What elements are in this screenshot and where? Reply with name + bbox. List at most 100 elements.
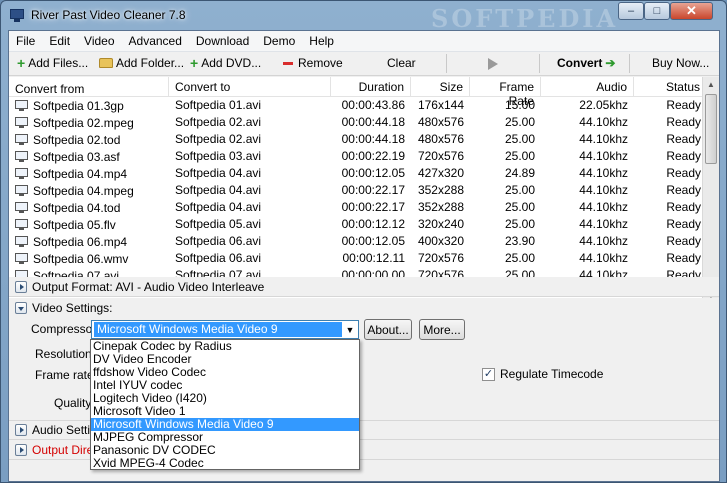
table-cell: 44.10khz	[579, 200, 628, 214]
table-cell: Softpedia 04.mp4	[9, 165, 169, 182]
table-cell: Softpedia 02.tod	[9, 131, 169, 148]
monitor-icon	[15, 219, 29, 231]
minimize-icon: –	[627, 5, 635, 17]
chevron-down-icon[interactable]: ▼	[342, 325, 358, 335]
table-row[interactable]: Softpedia 02.mpeg Softpedia 02.avi 00:00:4…	[9, 114, 719, 131]
table-cell: Softpedia 02.avi	[175, 115, 262, 129]
menu-download[interactable]: Download	[189, 34, 256, 48]
minus-icon	[283, 61, 293, 65]
table-cell: Softpedia 02.avi	[175, 132, 262, 146]
expand-icon[interactable]	[15, 280, 27, 293]
menu-demo[interactable]: Demo	[256, 34, 302, 48]
add-files-button[interactable]: + Add Files...	[17, 56, 88, 70]
file-name: Softpedia 04.tod	[33, 201, 121, 215]
table-cell: Softpedia 05.flv	[9, 216, 169, 233]
menu-file[interactable]: File	[9, 34, 42, 48]
column-status[interactable]: Status	[634, 77, 707, 97]
dropdown-options: Cinepak Codec by Radius DV Video Encoder f…	[91, 340, 359, 470]
table-cell: 176x144	[417, 98, 464, 112]
table-cell: 00:00:12.12	[341, 217, 405, 231]
table-cell: 44.10khz	[579, 115, 628, 129]
column-audio[interactable]: Audio	[541, 77, 634, 97]
table-cell: 22.05khz	[579, 98, 628, 112]
table-row[interactable]: Softpedia 05.flv Softpedia 05.avi 00:00:12…	[9, 216, 719, 233]
play-button[interactable]	[488, 58, 498, 70]
buy-now-button[interactable]: Buy Now...	[652, 56, 709, 70]
table-cell: Ready	[666, 115, 701, 129]
column-duration[interactable]: Duration	[331, 77, 411, 97]
menu-help[interactable]: Help	[302, 34, 341, 48]
minimize-button[interactable]: –	[618, 2, 644, 20]
table-cell: Ready	[666, 234, 701, 248]
remove-button[interactable]: Remove	[283, 56, 343, 70]
column-convert-from[interactable]: Convert from	[9, 77, 169, 97]
scrollbar-thumb[interactable]	[705, 94, 717, 164]
collapse-icon[interactable]	[15, 302, 27, 314]
regulate-timecode-label: Regulate Timecode	[500, 367, 604, 381]
table-cell: Softpedia 06.avi	[175, 234, 262, 248]
table-row[interactable]: Softpedia 04.mpeg Softpedia 04.avi 00:00:2…	[9, 182, 719, 199]
menu-edit[interactable]: Edit	[42, 34, 77, 48]
table-cell: 00:00:43.86	[341, 98, 405, 112]
add-folder-button[interactable]: Add Folder...	[99, 56, 184, 70]
table-cell: Ready	[666, 251, 701, 265]
compressor-label: Compressor:	[31, 322, 100, 336]
output-directory-label: Output Dire	[32, 442, 94, 457]
close-button[interactable]: ✕	[670, 2, 713, 20]
table-cell: 352x288	[417, 200, 464, 214]
toolbar-separator	[539, 54, 540, 73]
about-button[interactable]: About...	[364, 319, 412, 340]
app-monitor-icon	[9, 7, 25, 23]
window-title: River Past Video Cleaner 7.8	[31, 8, 186, 22]
table-row[interactable]: Softpedia 03.asf Softpedia 03.avi 00:00:22…	[9, 148, 719, 165]
table-row[interactable]: Softpedia 04.mp4 Softpedia 04.avi 00:00:12…	[9, 165, 719, 182]
file-name: Softpedia 06.mp4	[33, 235, 128, 249]
clear-button[interactable]: Clear	[387, 56, 416, 70]
checkbox-checked-icon[interactable]: ✓	[482, 367, 495, 381]
vertical-scrollbar[interactable]: ▲ ▼	[702, 77, 719, 302]
table-cell: 25.00	[504, 251, 535, 265]
table-row[interactable]: Softpedia 02.tod Softpedia 02.avi 00:00:44…	[9, 131, 719, 148]
table-cell: Softpedia 04.tod	[9, 199, 169, 216]
toolbar: + Add Files... Add Folder... + Add DVD..…	[9, 52, 719, 76]
menu-advanced[interactable]: Advanced	[122, 34, 189, 48]
column-frame-rate[interactable]: Frame Rate	[470, 77, 541, 108]
maximize-button[interactable]: □	[644, 2, 670, 20]
toolbar-separator	[446, 54, 447, 73]
list-rows: Softpedia 01.3gp Softpedia 01.avi 00:00:43…	[9, 97, 719, 284]
monitor-icon	[15, 168, 29, 180]
column-convert-to[interactable]: Convert to	[169, 77, 331, 97]
table-row[interactable]: Softpedia 06.wmv Softpedia 06.avi 00:00:12…	[9, 250, 719, 267]
menu-video[interactable]: Video	[77, 34, 121, 48]
table-cell: Ready	[666, 132, 701, 146]
title-bar[interactable]: River Past Video Cleaner 7.8 SOFTPEDIA –…	[1, 1, 726, 33]
file-list[interactable]: Convert from Convert to Duration Size Fr…	[9, 77, 719, 303]
expand-icon[interactable]	[15, 443, 27, 456]
menu-bar: File Edit Video Advanced Download Demo H…	[9, 31, 719, 52]
output-format-section[interactable]: Output Format: AVI - Audio Video Interle…	[9, 277, 719, 297]
table-cell: 23.90	[504, 234, 535, 248]
app-window: River Past Video Cleaner 7.8 SOFTPEDIA –…	[0, 0, 727, 483]
table-cell: 00:00:44.18	[341, 132, 405, 146]
more-button[interactable]: More...	[419, 319, 465, 340]
table-cell: 25.00	[504, 200, 535, 214]
table-cell: 44.10khz	[579, 217, 628, 231]
add-dvd-button[interactable]: + Add DVD...	[190, 56, 261, 70]
table-cell: 00:00:12.11	[342, 251, 405, 265]
table-row[interactable]: Softpedia 04.tod Softpedia 04.avi 00:00:22…	[9, 199, 719, 216]
regulate-timecode-checkbox[interactable]: ✓ Regulate Timecode	[482, 367, 603, 381]
expand-icon[interactable]	[15, 424, 27, 436]
column-size[interactable]: Size	[411, 77, 470, 97]
table-cell: 15.00	[504, 98, 535, 112]
convert-button[interactable]: Convert ➔	[557, 56, 615, 70]
scroll-up-icon[interactable]: ▲	[707, 80, 715, 89]
table-row[interactable]: Softpedia 01.3gp Softpedia 01.avi 00:00:43…	[9, 97, 719, 114]
table-cell: 320x240	[417, 217, 464, 231]
table-cell: Softpedia 01.3gp	[9, 97, 169, 114]
table-cell: Softpedia 04.avi	[175, 200, 262, 214]
table-cell: 44.10khz	[579, 132, 628, 146]
compressor-dropdown-list[interactable]: Cinepak Codec by Radius DV Video Encoder f…	[90, 339, 360, 470]
dropdown-option[interactable]: Xvid MPEG-4 Codec	[91, 457, 359, 470]
table-row[interactable]: Softpedia 06.mp4 Softpedia 06.avi 00:00:12…	[9, 233, 719, 250]
compressor-select[interactable]: Microsoft Windows Media Video 9 ▼	[91, 320, 359, 339]
